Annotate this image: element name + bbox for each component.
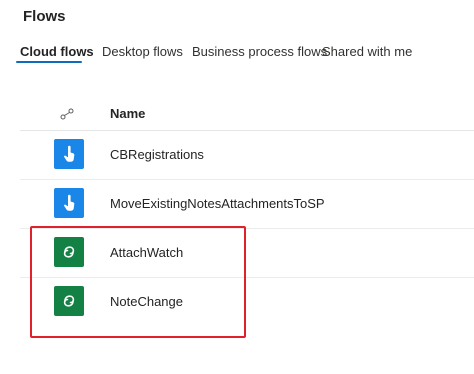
touch-icon [54, 188, 84, 218]
flow-name[interactable]: CBRegistrations [110, 147, 204, 162]
tab-shared-with-me[interactable]: Shared with me [322, 44, 412, 59]
page-title: Flows [23, 8, 66, 25]
table-header: Name [20, 98, 474, 131]
tab-desktop-flows[interactable]: Desktop flows [102, 44, 183, 59]
link-icon[interactable] [60, 107, 74, 120]
touch-icon [54, 139, 84, 169]
tab-cloud-flows-label: Cloud flows [20, 44, 94, 59]
active-tab-indicator [16, 61, 82, 63]
annotation-highlight-box [30, 226, 246, 338]
flow-name[interactable]: MoveExistingNotesAttachmentsToSP [110, 196, 325, 211]
tab-business-process-flows[interactable]: Business process flows [192, 44, 327, 59]
table-row[interactable]: MoveExistingNotesAttachmentsToSP [20, 180, 474, 229]
table-row[interactable]: CBRegistrations [20, 131, 474, 180]
column-header-name[interactable]: Name [110, 106, 145, 121]
tab-cloud-flows[interactable]: Cloud flows [16, 44, 94, 63]
